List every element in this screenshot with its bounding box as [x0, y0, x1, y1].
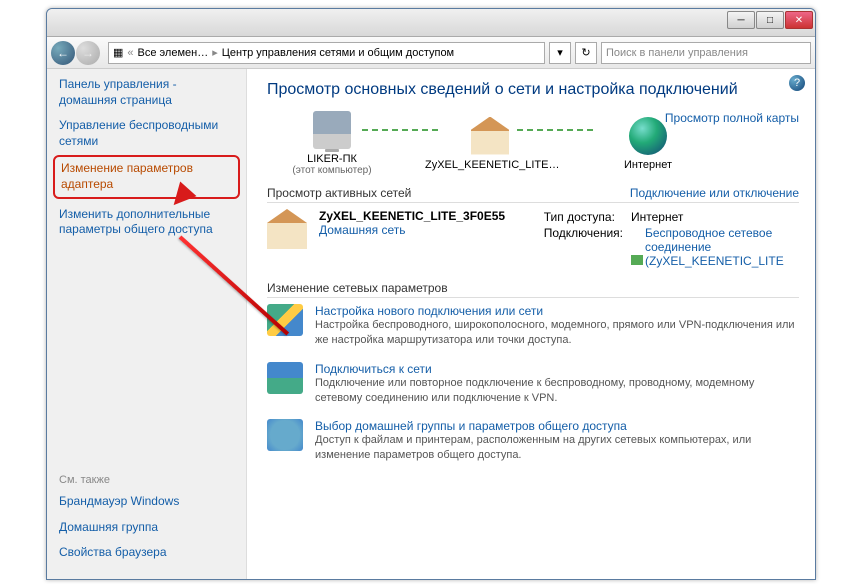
task-link-setup[interactable]: Настройка нового подключения или сети: [315, 304, 799, 318]
map-internet-label: Интернет: [583, 159, 713, 171]
chevron-right-icon: ▸: [212, 46, 218, 59]
active-networks-header: Просмотр активных сетей Подключение или …: [267, 186, 799, 203]
homegroup-icon: [267, 419, 303, 451]
connect-icon: [267, 362, 303, 394]
address-dropdown[interactable]: ▾: [549, 42, 571, 64]
access-label: Тип доступа:: [540, 209, 627, 225]
wifi-signal-icon: [631, 255, 643, 265]
sidebar-link-sharing[interactable]: Изменить дополнительные параметры общего…: [59, 207, 234, 238]
close-button[interactable]: ✕: [785, 11, 813, 29]
sidebar-item-homegroup[interactable]: Домашняя группа: [59, 520, 234, 536]
task-desc: Подключение или повторное подключение к …: [315, 376, 799, 406]
map-router-label: ZyXEL_KEENETIC_LITE…: [425, 159, 555, 171]
breadcrumb-sep-icon: «: [127, 47, 133, 59]
sidebar-home-link[interactable]: Панель управления - домашняя страница: [59, 77, 234, 108]
sidebar-item-firewall[interactable]: Брандмауэр Windows: [59, 494, 234, 510]
globe-icon: [629, 117, 667, 155]
connect-disconnect-link[interactable]: Подключение или отключение: [630, 186, 799, 200]
content-pane: ? Просмотр основных сведений о сети и на…: [247, 69, 815, 579]
task-link-homegroup[interactable]: Выбор домашней группы и параметров общег…: [315, 419, 799, 433]
task-row: Выбор домашней группы и параметров общег…: [267, 419, 799, 463]
full-map-link[interactable]: Просмотр полной карты: [665, 111, 799, 125]
network-tasks: Настройка нового подключения или сети На…: [267, 304, 799, 463]
change-settings-header: Изменение сетевых параметров: [267, 281, 799, 298]
house-icon: [267, 209, 307, 249]
refresh-button[interactable]: ↻: [575, 42, 597, 64]
network-name: ZyXEL_KEENETIC_LITE_3F0E55: [319, 209, 528, 223]
see-also-label: См. также: [59, 474, 234, 486]
address-bar[interactable]: ▦ « Все элемен… ▸ Центр управления сетям…: [108, 42, 545, 64]
connections-label: Подключения:: [540, 225, 627, 269]
titlebar: ─ □ ✕: [47, 9, 815, 37]
map-connector: [517, 129, 597, 131]
map-pc-sub: (этот компьютер): [267, 165, 397, 176]
window: ─ □ ✕ ← → ▦ « Все элемен… ▸ Центр управл…: [46, 8, 816, 580]
search-input[interactable]: Поиск в панели управления: [601, 42, 811, 64]
task-row: Подключиться к сети Подключение или повт…: [267, 362, 799, 406]
back-button[interactable]: ←: [51, 41, 75, 65]
navbar: ← → ▦ « Все элемен… ▸ Центр управления с…: [47, 37, 815, 69]
network-type-link[interactable]: Домашняя сеть: [319, 223, 528, 237]
network-map: LIKER-ПК (этот компьютер) ZyXEL_KEENETIC…: [267, 111, 799, 176]
map-connector: [362, 129, 442, 131]
map-pc-label: LIKER-ПК: [267, 153, 397, 165]
cp-icon: ▦: [113, 46, 123, 59]
active-head-text: Просмотр активных сетей: [267, 186, 411, 200]
task-link-connect[interactable]: Подключиться к сети: [315, 362, 799, 376]
breadcrumb-page[interactable]: Центр управления сетями и общим доступом: [222, 47, 454, 59]
connection-link[interactable]: Беспроводное сетевое соединение (ZyXEL_K…: [645, 226, 795, 268]
minimize-button[interactable]: ─: [727, 11, 755, 29]
active-network-row: ZyXEL_KEENETIC_LITE_3F0E55 Домашняя сеть…: [267, 209, 799, 269]
sidebar: Панель управления - домашняя страница Уп…: [47, 69, 247, 579]
house-icon: [471, 117, 509, 155]
access-value: Интернет: [627, 209, 799, 225]
task-desc: Доступ к файлам и принтерам, расположенн…: [315, 433, 799, 463]
forward-button[interactable]: →: [76, 41, 100, 65]
task-desc: Настройка беспроводного, широкополосного…: [315, 318, 799, 348]
page-title: Просмотр основных сведений о сети и наст…: [267, 81, 799, 99]
maximize-button[interactable]: □: [756, 11, 784, 29]
sidebar-item-browser[interactable]: Свойства браузера: [59, 545, 234, 561]
breadcrumb-root[interactable]: Все элемен…: [138, 47, 209, 59]
sidebar-link-wireless[interactable]: Управление беспроводными сетями: [59, 118, 234, 149]
setup-connection-icon: [267, 304, 303, 336]
task-row: Настройка нового подключения или сети На…: [267, 304, 799, 348]
computer-icon: [313, 111, 351, 149]
sidebar-link-adapter-highlighted[interactable]: Изменение параметров адаптера: [53, 155, 240, 198]
help-icon[interactable]: ?: [789, 75, 805, 91]
